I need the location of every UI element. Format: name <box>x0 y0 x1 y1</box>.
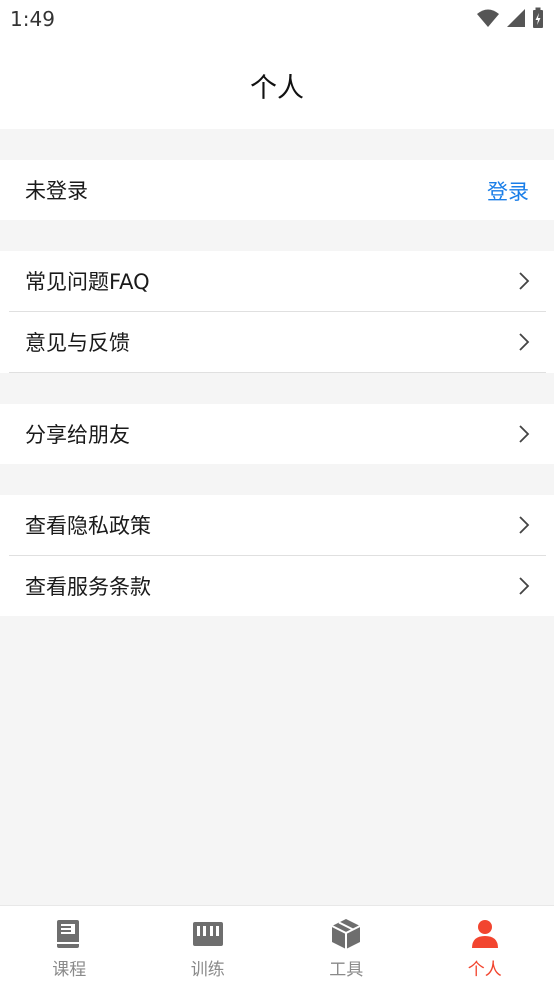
header: 个人 <box>0 38 554 129</box>
account-row: 未登录 登录 <box>0 160 554 220</box>
chevron-right-icon <box>518 516 530 534</box>
share-item[interactable]: 分享给朋友 <box>0 404 554 464</box>
page-title: 个人 <box>0 66 554 105</box>
account-card: 未登录 登录 <box>0 160 554 220</box>
status-bar: 1:49 <box>0 0 554 38</box>
battery-icon <box>532 7 544 29</box>
box-icon <box>330 918 362 950</box>
tab-courses[interactable]: 课程 <box>0 906 139 985</box>
faq-label: 常见问题FAQ <box>25 266 150 296</box>
login-status-label: 未登录 <box>25 175 88 205</box>
tab-label: 个人 <box>416 955 554 980</box>
person-icon <box>469 918 501 950</box>
tab-label: 课程 <box>0 955 139 980</box>
faq-item[interactable]: 常见问题FAQ <box>0 251 554 311</box>
tab-label: 工具 <box>277 955 416 980</box>
terms-label: 查看服务条款 <box>25 571 151 601</box>
wifi-icon <box>476 8 500 28</box>
status-time: 1:49 <box>10 7 55 31</box>
feedback-label: 意见与反馈 <box>25 327 130 357</box>
tab-label: 训练 <box>139 955 278 980</box>
privacy-item[interactable]: 查看隐私政策 <box>0 495 554 555</box>
chevron-right-icon <box>518 272 530 290</box>
chevron-right-icon <box>518 425 530 443</box>
signal-icon <box>506 8 526 28</box>
bottom-tab-bar: 课程 训练 工具 个人 <box>0 905 554 985</box>
tab-tools[interactable]: 工具 <box>277 906 416 985</box>
help-card: 常见问题FAQ 意见与反馈 <box>0 251 554 373</box>
tab-profile[interactable]: 个人 <box>416 906 554 985</box>
tab-training[interactable]: 训练 <box>139 906 278 985</box>
terms-item[interactable]: 查看服务条款 <box>0 556 554 616</box>
chevron-right-icon <box>518 333 530 351</box>
share-label: 分享给朋友 <box>25 419 130 449</box>
piano-icon <box>192 918 224 950</box>
feedback-item[interactable]: 意见与反馈 <box>0 312 554 372</box>
privacy-label: 查看隐私政策 <box>25 510 151 540</box>
share-card: 分享给朋友 <box>0 404 554 464</box>
divider <box>9 372 546 373</box>
book-icon <box>53 918 85 950</box>
chevron-right-icon <box>518 577 530 595</box>
legal-card: 查看隐私政策 查看服务条款 <box>0 495 554 616</box>
login-button[interactable]: 登录 <box>487 176 529 206</box>
status-icons <box>476 7 544 29</box>
